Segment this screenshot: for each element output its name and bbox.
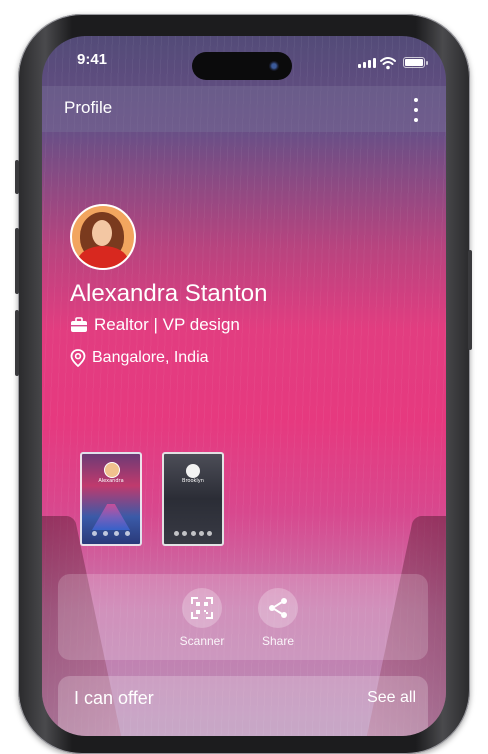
share-button[interactable]: Share — [246, 588, 310, 648]
card-name: Brooklyn — [182, 478, 204, 484]
mute-switch — [15, 160, 19, 194]
dynamic-island — [192, 52, 292, 80]
scanner-label: Scanner — [179, 634, 225, 648]
see-all-link[interactable]: See all — [367, 689, 416, 707]
signal-icon — [358, 58, 376, 68]
section-title: I can offer — [74, 688, 154, 708]
qr-scanner-icon — [182, 588, 222, 628]
card-name: Alexandra — [98, 478, 124, 484]
card-contact-icons — [92, 531, 130, 536]
card-contact-icons — [174, 531, 212, 536]
battery-icon — [403, 57, 428, 68]
profile-location: Bangalore, India — [92, 349, 209, 366]
profile-role: Realtor | VP design — [94, 315, 240, 334]
volume-up-button — [15, 228, 19, 294]
status-time: 9:41 — [77, 51, 108, 68]
card-background-road — [92, 504, 130, 530]
page-title: Profile — [64, 98, 113, 117]
top-app-bar: Profile — [42, 86, 446, 132]
offer-section: I can offer See all — [58, 676, 428, 736]
status-bar: 9:41 — [42, 36, 446, 86]
profile-screen: 9:41 Profile Alexandra Stanton Realtor |… — [42, 36, 446, 736]
card-avatar — [104, 462, 120, 478]
location-pin-icon — [70, 349, 86, 367]
profile-name: Alexandra Stanton — [70, 280, 268, 307]
briefcase-icon — [71, 317, 87, 332]
share-label: Share — [261, 634, 295, 648]
wifi-icon — [380, 57, 396, 70]
scanner-button[interactable]: Scanner — [170, 588, 234, 648]
profile-role-row: Realtor | VP design — [70, 315, 240, 335]
business-card-thumbnail[interactable]: Brooklyn — [162, 452, 224, 546]
camera-icon — [269, 61, 279, 71]
more-vertical-icon[interactable] — [412, 98, 420, 122]
card-logo-icon — [186, 464, 200, 478]
business-card-thumbnail[interactable]: Alexandra — [80, 452, 142, 546]
avatar[interactable] — [70, 204, 136, 270]
volume-down-button — [15, 310, 19, 376]
share-icon — [258, 588, 298, 628]
profile-location-row: Bangalore, India — [70, 349, 209, 367]
power-button — [468, 250, 472, 350]
quick-actions-panel: Scanner Share — [58, 574, 428, 660]
